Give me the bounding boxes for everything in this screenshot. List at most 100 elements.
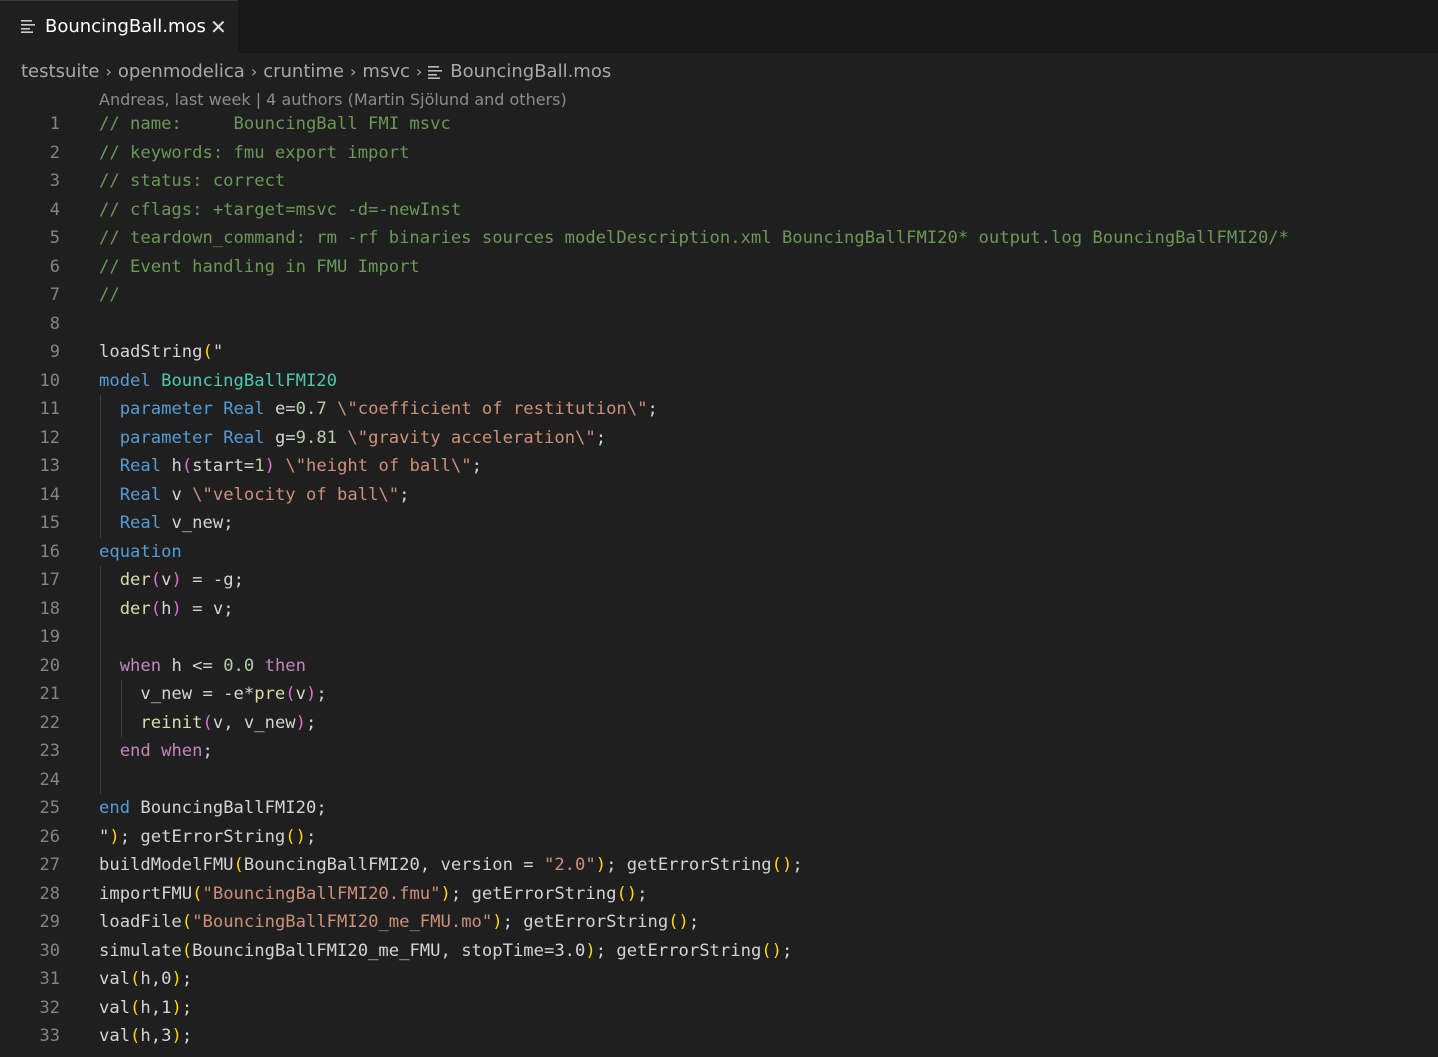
breadcrumb-item[interactable]: testsuite [21,61,100,82]
code-line[interactable]: 10 model BouncingBallFMI20 [0,367,1438,396]
code-token: ; [792,855,803,875]
code-text: Real h(start=1) \"height of ball\"; [99,452,482,481]
code-line[interactable]: 7 // [0,281,1438,310]
code-token: BouncingBallFMI20, version = [243,855,544,875]
code-token: h [171,456,182,476]
breadcrumb-item[interactable]: cruntime [263,61,344,82]
code-token: ; getErrorString [595,940,762,961]
code-line[interactable]: 8 [0,310,1438,339]
code-text: Real v_new; [99,509,234,538]
line-number: 4 [49,199,60,220]
code-line[interactable]: 17 der(v) = -g; [0,566,1438,595]
code-line[interactable]: 26 "); getErrorString(); [0,823,1438,852]
line-number: 33 [39,1026,60,1046]
code-token: \"gravity acceleration\" [347,427,596,448]
code-token: ( [150,598,162,619]
code-line[interactable]: 31 val(h,0); [0,965,1438,994]
code-line[interactable]: 32 val(h,1); [0,994,1438,1023]
code-line[interactable]: 1 // name: BouncingBall FMI msvc [0,110,1438,139]
code-line[interactable]: 18 der(h) = v; [0,595,1438,624]
code-line[interactable]: 25 end BouncingBallFMI20; [0,794,1438,823]
code-token: ( [150,570,162,590]
line-number: 32 [39,997,60,1018]
code-token: BouncingBallFMI20; [140,798,327,818]
code-line[interactable]: 11 parameter Real e=0.7 \"coefficient of… [0,395,1438,424]
code-token: equation [99,541,182,562]
line-number: 12 [39,427,60,448]
code-token: // keywords: fmu export import [99,142,410,163]
code-token: v_new = -e* [99,684,255,704]
git-blame-annotation[interactable]: Andreas, last week | 4 authors (Martin S… [99,90,567,109]
code-line[interactable]: 14 Real v \"velocity of ball\"; [0,481,1438,510]
line-number: 13 [39,456,60,476]
code-line[interactable]: 22 reinit(v, v_new); [0,709,1438,738]
close-icon[interactable]: ✕ [210,17,227,37]
code-text: reinit(v, v_new); [99,709,316,738]
code-line[interactable]: 13 Real h(start=1) \"height of ball\"; [0,452,1438,481]
code-token: parameter [119,399,224,419]
code-token: ; [306,712,317,733]
code-token: // status: correct [99,171,286,191]
code-text: end BouncingBallFMI20; [99,794,327,823]
code-token: ; [637,883,648,904]
code-token: ( [130,997,141,1018]
line-number: 22 [39,712,60,733]
tab-bar: BouncingBall.mos ✕ [0,0,1438,53]
tab-bouncingball-mos[interactable]: BouncingBall.mos ✕ [0,0,238,53]
code-line[interactable]: 16 equation [0,538,1438,567]
code-line[interactable]: 6 // Event handling in FMU Import [0,253,1438,282]
line-number: 27 [39,855,60,875]
code-line[interactable]: 24 [0,766,1438,795]
code-text: Real v \"velocity of ball\"; [99,481,410,510]
code-line[interactable]: 5 // teardown_command: rm -rf binaries so… [0,224,1438,253]
breadcrumb-item[interactable]: msvc [362,61,409,82]
code-token: () [761,940,783,961]
code-editor[interactable]: 1 // name: BouncingBall FMI msvc 2 // keywo… [0,110,1438,1057]
code-token: ) [171,570,182,590]
code-text: // teardown_command: rm -rf binaries sou… [99,224,1289,253]
code-token: ( [181,940,193,961]
code-line[interactable]: 15 Real v_new; [0,509,1438,538]
code-line[interactable]: 12 parameter Real g=9.81 \"gravity accel… [0,424,1438,453]
code-line[interactable]: 23 end when; [0,737,1438,766]
code-token: model [99,370,162,391]
code-line[interactable]: 29 loadFile("BouncingBallFMI20_me_FMU.mo"… [0,908,1438,937]
breadcrumb-item[interactable]: BouncingBall.mos [450,61,611,82]
code-text: equation [99,538,182,567]
line-number: 2 [49,142,60,163]
code-token: ) [171,997,182,1018]
code-line[interactable]: 2 // keywords: fmu export import [0,139,1438,168]
code-token: = v; [181,598,234,619]
code-text: "); getErrorString(); [99,823,316,852]
code-line[interactable]: 30 simulate(BouncingBallFMI20_me_FMU, sto… [0,937,1438,966]
code-line[interactable]: 3 // status: correct [0,167,1438,196]
code-text: der(h) = v; [99,595,234,624]
breadcrumb-item[interactable]: openmodelica [118,61,245,82]
code-token: Real [119,484,172,505]
line-number: 29 [39,912,60,932]
code-token: 0.7 [295,399,327,419]
code-token: v [171,484,193,505]
code-token: ( [233,855,244,875]
line-number: 30 [39,940,60,961]
code-line[interactable]: 4 // cflags: +target=msvc -d=-newInst [0,196,1438,225]
code-line[interactable]: 21 v_new = -e*pre(v); [0,680,1438,709]
code-token: val [99,969,131,989]
line-number: 23 [39,741,60,761]
code-token: 1 [254,456,265,476]
code-line[interactable]: 19 [0,623,1438,652]
code-token: ; [595,427,607,448]
code-line[interactable]: 27 buildModelFMU(BouncingBallFMI20, versi… [0,851,1438,880]
breadcrumb: testsuite › openmodelica › cruntime › msvc › Bou… [21,58,611,84]
code-line[interactable]: 33 val(h,3); [0,1022,1438,1051]
code-line[interactable]: 20 when h <= 0.0 then [0,652,1438,681]
code-line[interactable]: 9 loadString(" [0,338,1438,367]
code-line[interactable]: 28 importFMU("BouncingBallFMI20.fmu"); ge… [0,880,1438,909]
code-text: when h <= 0.0 then [99,652,306,681]
code-token: v_new; [171,513,234,533]
line-number: 15 [39,513,60,533]
